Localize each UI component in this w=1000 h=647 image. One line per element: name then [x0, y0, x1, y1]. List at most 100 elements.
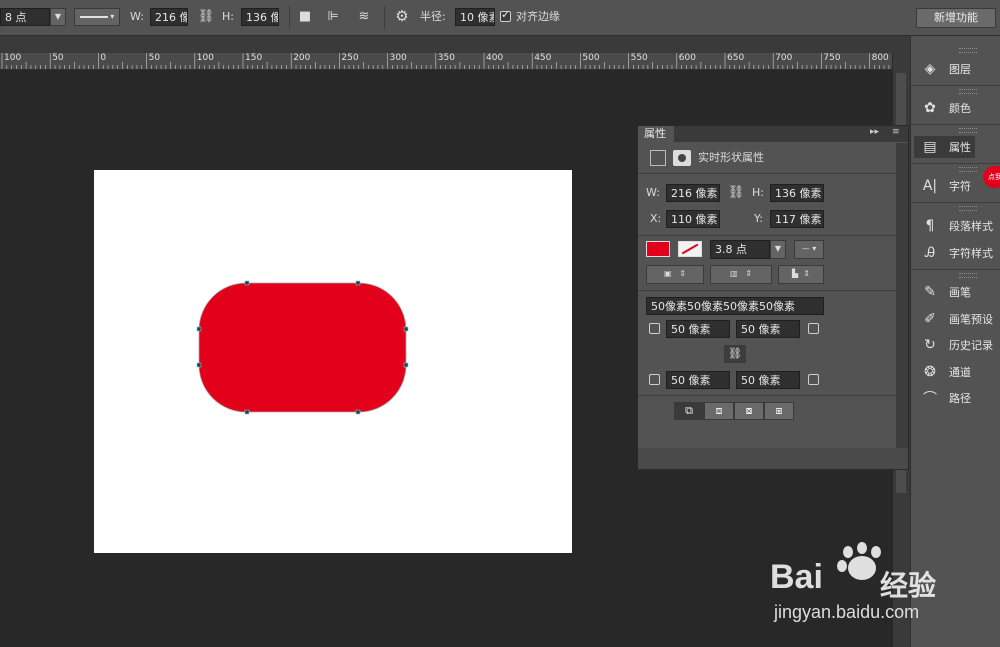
radius-field[interactable]: 10 像素 — [455, 8, 495, 26]
dock-item-history[interactable]: ↻ 历史记录 — [919, 334, 1000, 356]
stroke-type-dropdown[interactable]: — ▾ — [794, 240, 824, 259]
dock-grip[interactable] — [959, 48, 977, 53]
anchor-point — [196, 362, 202, 368]
link-corners-icon[interactable]: ⛓ — [724, 345, 746, 363]
y-field[interactable]: 117 像素 — [770, 210, 824, 228]
dock-divider — [911, 163, 1000, 164]
ruler-tick-label: 100 — [4, 53, 22, 63]
dock-item-channels[interactable]: ❂ 通道 — [919, 361, 1000, 383]
dock-grip[interactable] — [959, 273, 977, 278]
dock-divider — [911, 202, 1000, 203]
character-styles-icon: Ꭿ — [924, 245, 936, 261]
subtract-front-shape-icon[interactable]: ⧈ — [704, 402, 734, 420]
dock-item-properties[interactable]: ▤ 属性 — [914, 136, 975, 158]
ruler-tick-label: 50 — [52, 53, 64, 63]
corner-bl-icon — [649, 374, 660, 385]
watermark-brand-tail: 经验 — [880, 569, 937, 602]
dock-item-label: 字符 — [949, 180, 971, 193]
dock-grip[interactable] — [959, 89, 977, 94]
x-field[interactable]: 110 像素 — [666, 210, 720, 228]
brush-icon: ✎ — [924, 284, 936, 300]
palette-icon: ✿ — [924, 100, 936, 116]
exclude-overlap-icon[interactable]: ⧆ — [764, 402, 794, 420]
ruler-tick-label: 650 — [727, 53, 745, 63]
ruler-tick-label: 800 — [871, 53, 889, 63]
tab-properties[interactable]: 属性 — [638, 126, 674, 142]
dock-item-brush[interactable]: ✎ 画笔 — [919, 281, 1000, 303]
ruler-tick-label: 0 — [100, 53, 107, 63]
path-operations-icon[interactable]: ■ — [296, 9, 314, 25]
divider — [638, 235, 896, 236]
fill-color-swatch[interactable] — [646, 241, 670, 257]
dock-item-brush-presets[interactable]: ✐ 画笔预设 — [919, 308, 1000, 330]
corner-bottom-left-field[interactable]: 50 像素 — [666, 371, 730, 389]
stroke-align-dropdown[interactable]: ▣ ⇕ — [646, 265, 704, 284]
divider — [638, 290, 896, 291]
mask-properties-icon[interactable] — [673, 150, 691, 166]
path-alignment-icon[interactable]: ⊫ — [324, 9, 342, 25]
paragraph-styles-icon: ¶ — [925, 218, 935, 234]
ruler-tick-label: 200 — [293, 53, 311, 63]
dock-item-label: 路径 — [949, 392, 971, 405]
path-arrangement-icon[interactable]: ≋ — [354, 9, 374, 25]
height-field[interactable]: 136 像素 — [241, 8, 279, 26]
dock-item-layers[interactable]: ◈ 图层 — [919, 58, 1000, 80]
ruler-tick-label: 700 — [775, 53, 793, 63]
y-label: Y: — [754, 212, 763, 225]
rounded-rectangle-shape[interactable] — [198, 282, 407, 413]
width-field[interactable]: 216 像素 — [666, 184, 720, 202]
panel-menu-icon[interactable]: ≡ — [892, 127, 900, 137]
anchor-point — [244, 280, 250, 286]
align-edges-checkbox[interactable]: ✓ — [500, 8, 511, 22]
stroke-type-dropdown[interactable]: ▾ — [74, 8, 120, 26]
collapse-icon[interactable]: ▸▸ — [870, 127, 879, 137]
dock-grip[interactable] — [959, 167, 977, 172]
stroke-size-dropdown[interactable]: ▼ — [770, 240, 786, 259]
ruler-tick-label: 500 — [582, 53, 600, 63]
dock-item-paths[interactable]: ⌒ 路径 — [919, 387, 1000, 409]
dock-item-label: 画笔 — [949, 286, 971, 299]
checkmark-icon: ✓ — [501, 8, 511, 21]
corner-top-right-field[interactable]: 50 像素 — [736, 320, 800, 338]
stroke-caps-dropdown[interactable]: ▥ ⇕ — [710, 265, 772, 284]
dock-grip[interactable] — [959, 128, 977, 133]
stroke-color-swatch[interactable] — [678, 241, 702, 257]
dock-item-paragraph-styles[interactable]: ¶ 段落样式 — [919, 215, 1000, 237]
document-canvas[interactable] — [94, 170, 572, 553]
properties-panel: 属性 ▸▸ ≡ 实时形状属性 W: 216 像素 ⛓ H: 136 像素 X: … — [637, 125, 909, 470]
stroke-width-field[interactable]: 8 点 — [0, 8, 50, 26]
corner-bottom-right-field[interactable]: 50 像素 — [736, 371, 800, 389]
link-icon[interactable]: ⛓ — [196, 9, 216, 25]
ruler-tick-label: 550 — [630, 53, 648, 63]
dock-item-label: 通道 — [949, 366, 971, 379]
height-field[interactable]: 136 像素 — [770, 184, 824, 202]
corner-radius-all-field[interactable]: 50像素50像素50像素50像素 — [646, 297, 824, 315]
panel-scrollbar[interactable] — [896, 143, 908, 448]
shape-properties-icon[interactable] — [650, 150, 666, 166]
anchor-point — [403, 362, 409, 368]
dock-item-palette[interactable]: ✿ 颜色 — [919, 97, 1000, 119]
ruler-tick-label: 100 — [196, 53, 214, 63]
options-bar: 8 点 ▼ ▾ W: 216 像素 ⛓ H: 136 像素 ■ ⊫ ≋ ⚙ 半径… — [0, 0, 1000, 36]
watermark-url: jingyan.baidu.com — [774, 602, 920, 622]
no-stroke-slash-icon — [681, 243, 699, 255]
anchor-point — [355, 280, 361, 286]
dock-grip[interactable] — [959, 206, 977, 211]
stroke-size-field[interactable]: 3.8 点 — [710, 240, 770, 259]
ruler-tick-label: 250 — [341, 53, 359, 63]
width-field[interactable]: 216 像素 — [150, 8, 188, 26]
intersect-shapes-icon[interactable]: ⧇ — [734, 402, 764, 420]
document-tab-strip — [0, 36, 910, 53]
stroke-width-dropdown[interactable]: ▼ — [50, 8, 66, 26]
link-dimensions-icon[interactable]: ⛓ — [726, 185, 746, 201]
canvas-svg — [196, 280, 409, 415]
stroke-corners-dropdown[interactable]: ▙ ⇕ — [778, 265, 824, 284]
workspace-switcher[interactable]: 新增功能 — [916, 8, 996, 28]
dock-item-character-styles[interactable]: Ꭿ 字符样式 — [919, 242, 1000, 264]
highlight-badge: 点我 — [983, 166, 1000, 188]
panel-header: 属性 ▸▸ ≡ — [638, 126, 908, 142]
gear-icon[interactable]: ⚙ — [392, 8, 412, 24]
combine-shapes-icon[interactable]: ⧉ — [674, 402, 704, 420]
corner-top-left-field[interactable]: 50 像素 — [666, 320, 730, 338]
layers-icon: ◈ — [924, 61, 936, 77]
